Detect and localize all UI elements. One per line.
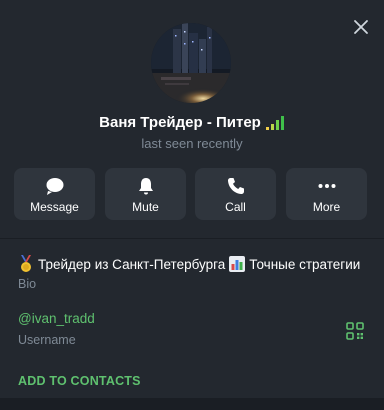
bio-text-part2: Точные стратегии — [249, 256, 361, 272]
close-button[interactable] — [348, 14, 374, 40]
avatar[interactable] — [151, 23, 231, 103]
username-value[interactable]: @ivan_tradd — [18, 311, 95, 326]
profile-name-text: Ваня Трейдер - Питер — [99, 114, 261, 131]
medal-emoji-icon — [21, 255, 31, 272]
qr-code-icon — [346, 322, 364, 340]
bar-chart-emoji-icon — [229, 256, 246, 272]
last-seen-status: last seen recently — [141, 136, 243, 151]
bio-label: Bio — [18, 277, 37, 291]
message-button[interactable]: Message — [14, 168, 95, 220]
bell-icon — [138, 178, 153, 195]
profile-header: Ваня Трейдер - Питер last seen recently … — [0, 0, 384, 238]
call-button[interactable]: Call — [195, 168, 276, 220]
bio-text-part1: Трейдер из Санкт-Петербурга — [38, 256, 226, 272]
more-button[interactable]: More — [286, 168, 367, 220]
username-label: Username — [18, 333, 76, 347]
bio-text[interactable]: Трейдер из Санкт-Петербурга Точные страт… — [18, 255, 378, 273]
action-bar: Message Mute Call More — [14, 168, 368, 220]
signal-bars-emoji-icon — [265, 115, 284, 130]
call-button-label: Call — [225, 200, 246, 214]
more-button-label: More — [312, 200, 341, 214]
chat-bubble-icon — [46, 178, 63, 195]
add-to-contacts-button[interactable]: ADD TO CONTACTS — [18, 374, 141, 388]
mute-button-label: Mute — [132, 200, 159, 214]
mute-button[interactable]: Mute — [105, 168, 186, 220]
user-profile-panel: Ваня Трейдер - Питер last seen recently … — [0, 0, 384, 410]
profile-info-section: Трейдер из Санкт-Петербурга Точные страт… — [0, 238, 384, 398]
phone-icon — [227, 178, 244, 194]
close-icon — [354, 20, 368, 34]
message-button-label: Message — [30, 200, 79, 214]
profile-name: Ваня Трейдер - Питер — [0, 114, 384, 131]
qr-code-button[interactable] — [345, 321, 365, 341]
city-night-photo-avatar — [151, 23, 231, 103]
more-dots-icon — [318, 184, 335, 188]
